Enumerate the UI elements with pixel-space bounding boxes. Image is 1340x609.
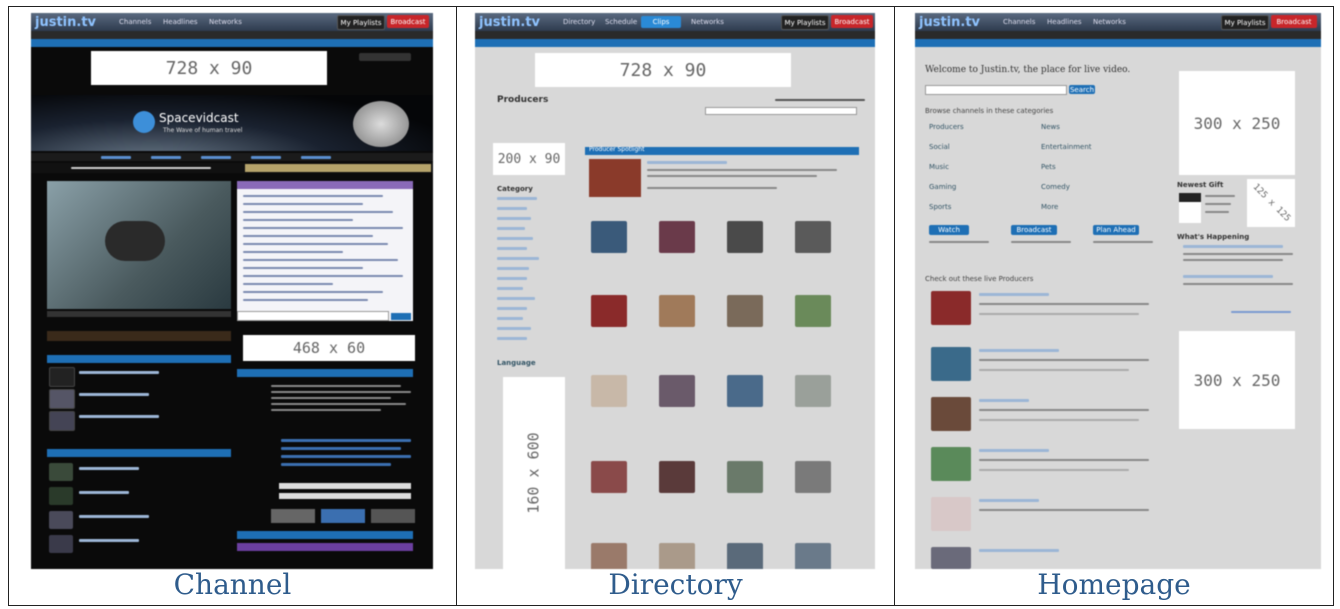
nav-headlines[interactable]: Headlines (163, 18, 198, 26)
caption-homepage: Homepage (1037, 568, 1191, 601)
caption-directory: Directory (608, 568, 743, 601)
ad-button: 200 x 90 (493, 143, 565, 175)
gifts-header (237, 531, 413, 539)
nav-directory[interactable]: Directory (563, 18, 595, 26)
my-playlists-button[interactable]: My Playlists (781, 15, 829, 30)
chat-send-button (391, 313, 411, 320)
site-logo[interactable]: justin.tv (919, 15, 980, 30)
cat-sports[interactable]: Sports (929, 203, 951, 211)
moon-graphic (353, 101, 409, 147)
stats-row (31, 163, 433, 173)
nav-channels[interactable]: Channels (1003, 18, 1035, 26)
player-controls[interactable] (47, 311, 231, 317)
cat-producers[interactable]: Producers (929, 123, 964, 131)
language-heading[interactable]: Language (497, 359, 536, 367)
broadcast-button[interactable]: Broadcast (387, 15, 429, 28)
cat-entertainment[interactable]: Entertainment (1041, 143, 1092, 151)
broadcast-cta-button[interactable]: Broadcast (1011, 225, 1057, 235)
related-channels-header (47, 449, 231, 457)
browse-heading: Browse channels in these categories (925, 107, 1054, 115)
ad-skyscraper: 160 x 600 (503, 377, 565, 569)
home-search-button[interactable]: Search (1069, 85, 1095, 94)
chat-panel[interactable] (237, 181, 413, 321)
ad-leaderboard: 728 x 90 (91, 51, 327, 85)
cat-comedy[interactable]: Comedy (1041, 183, 1070, 191)
channel-tagline: The Wave of human travel (163, 127, 243, 134)
my-playlists-button[interactable]: My Playlists (1221, 15, 1269, 30)
site-logo[interactable]: justin.tv (479, 15, 540, 30)
site-header: justin.tv Channels Headlines Networks My… (915, 13, 1321, 31)
gift-bar[interactable] (237, 543, 413, 551)
site-header: justin.tv Channels Headlines Networks My… (31, 13, 433, 31)
partner-badge[interactable] (321, 509, 365, 523)
site-header: justin.tv Directory Schedule Clips Netwo… (475, 13, 875, 31)
channel-info-header (237, 369, 413, 377)
spacevidcast-logo-icon (133, 111, 155, 133)
nav-networks[interactable]: Networks (209, 18, 242, 26)
channel-name: Spacevidcast (159, 111, 239, 125)
whats-happening-heading: What's Happening (1177, 233, 1250, 241)
category-heading: Category (497, 185, 533, 193)
watch-button[interactable]: Watch (929, 225, 969, 235)
directory-column: justin.tv Directory Schedule Clips Netwo… (456, 7, 894, 605)
channel-screenshot: justin.tv Channels Headlines Networks My… (31, 13, 433, 569)
category-nav (475, 39, 875, 47)
check-out-heading: Check out these live Producers (925, 275, 1034, 283)
filter-input[interactable] (705, 107, 857, 115)
cat-news[interactable]: News (1041, 123, 1060, 131)
ad-rectangle-top: 300 x 250 (1179, 71, 1295, 175)
nav-networks[interactable]: Networks (1093, 18, 1126, 26)
broadcast-button[interactable]: Broadcast (831, 15, 873, 28)
ad-banner: 468 x 60 (243, 335, 415, 361)
nav-channels[interactable]: Channels (119, 18, 151, 26)
directory-screenshot: justin.tv Directory Schedule Clips Netwo… (475, 13, 875, 569)
nav-schedule[interactable]: Schedule (605, 18, 637, 26)
nav-clips[interactable]: Clips (641, 16, 681, 28)
directory-heading: Producers (497, 95, 549, 105)
nav-headlines[interactable]: Headlines (1047, 18, 1082, 26)
home-search-input[interactable] (925, 85, 1067, 95)
broadcast-button[interactable]: Broadcast (1271, 15, 1317, 28)
spotlight-thumb[interactable] (589, 159, 641, 197)
video-player[interactable] (47, 181, 231, 309)
nav-networks[interactable]: Networks (691, 18, 724, 26)
channel-column: justin.tv Channels Headlines Networks My… (9, 7, 456, 605)
plan-ahead-button[interactable]: Plan Ahead (1093, 225, 1139, 235)
homepage-screenshot: justin.tv Channels Headlines Networks My… (915, 13, 1321, 569)
welcome-text: Welcome to Justin.tv, the place for live… (925, 65, 1131, 75)
chat-input (237, 311, 389, 321)
cat-more[interactable]: More (1041, 203, 1058, 211)
channel-tabs[interactable] (31, 153, 433, 161)
more-from-header (47, 355, 231, 363)
caption-channel: Channel (173, 568, 292, 601)
ad-rectangle-bottom: 300 x 250 (1179, 331, 1295, 429)
cat-gaming[interactable]: Gaming (929, 183, 956, 191)
sub-header (31, 31, 433, 39)
spotlight-header: Producer Spotlight (585, 146, 859, 155)
next-channel-button[interactable] (359, 53, 411, 61)
channel-banner: Spacevidcast The Wave of human travel (31, 95, 433, 151)
cat-social[interactable]: Social (929, 143, 950, 151)
ad-leaderboard: 728 x 90 (535, 53, 791, 87)
comparison-table: justin.tv Channels Headlines Networks My… (8, 6, 1334, 606)
ad-square: 125 x 125 (1247, 179, 1295, 227)
cat-pets[interactable]: Pets (1041, 163, 1056, 171)
action-bar[interactable] (47, 331, 231, 341)
broadcast-badge[interactable] (371, 509, 415, 523)
producers-badge[interactable] (271, 509, 315, 523)
category-nav (31, 39, 433, 47)
snowman-gift-icon (1179, 193, 1201, 223)
my-playlists-button[interactable]: My Playlists (337, 15, 385, 30)
homepage-column: justin.tv Channels Headlines Networks My… (894, 7, 1333, 605)
cat-music[interactable]: Music (929, 163, 949, 171)
newest-gift-heading: Newest Gift (1177, 181, 1224, 189)
site-logo[interactable]: justin.tv (35, 15, 96, 30)
